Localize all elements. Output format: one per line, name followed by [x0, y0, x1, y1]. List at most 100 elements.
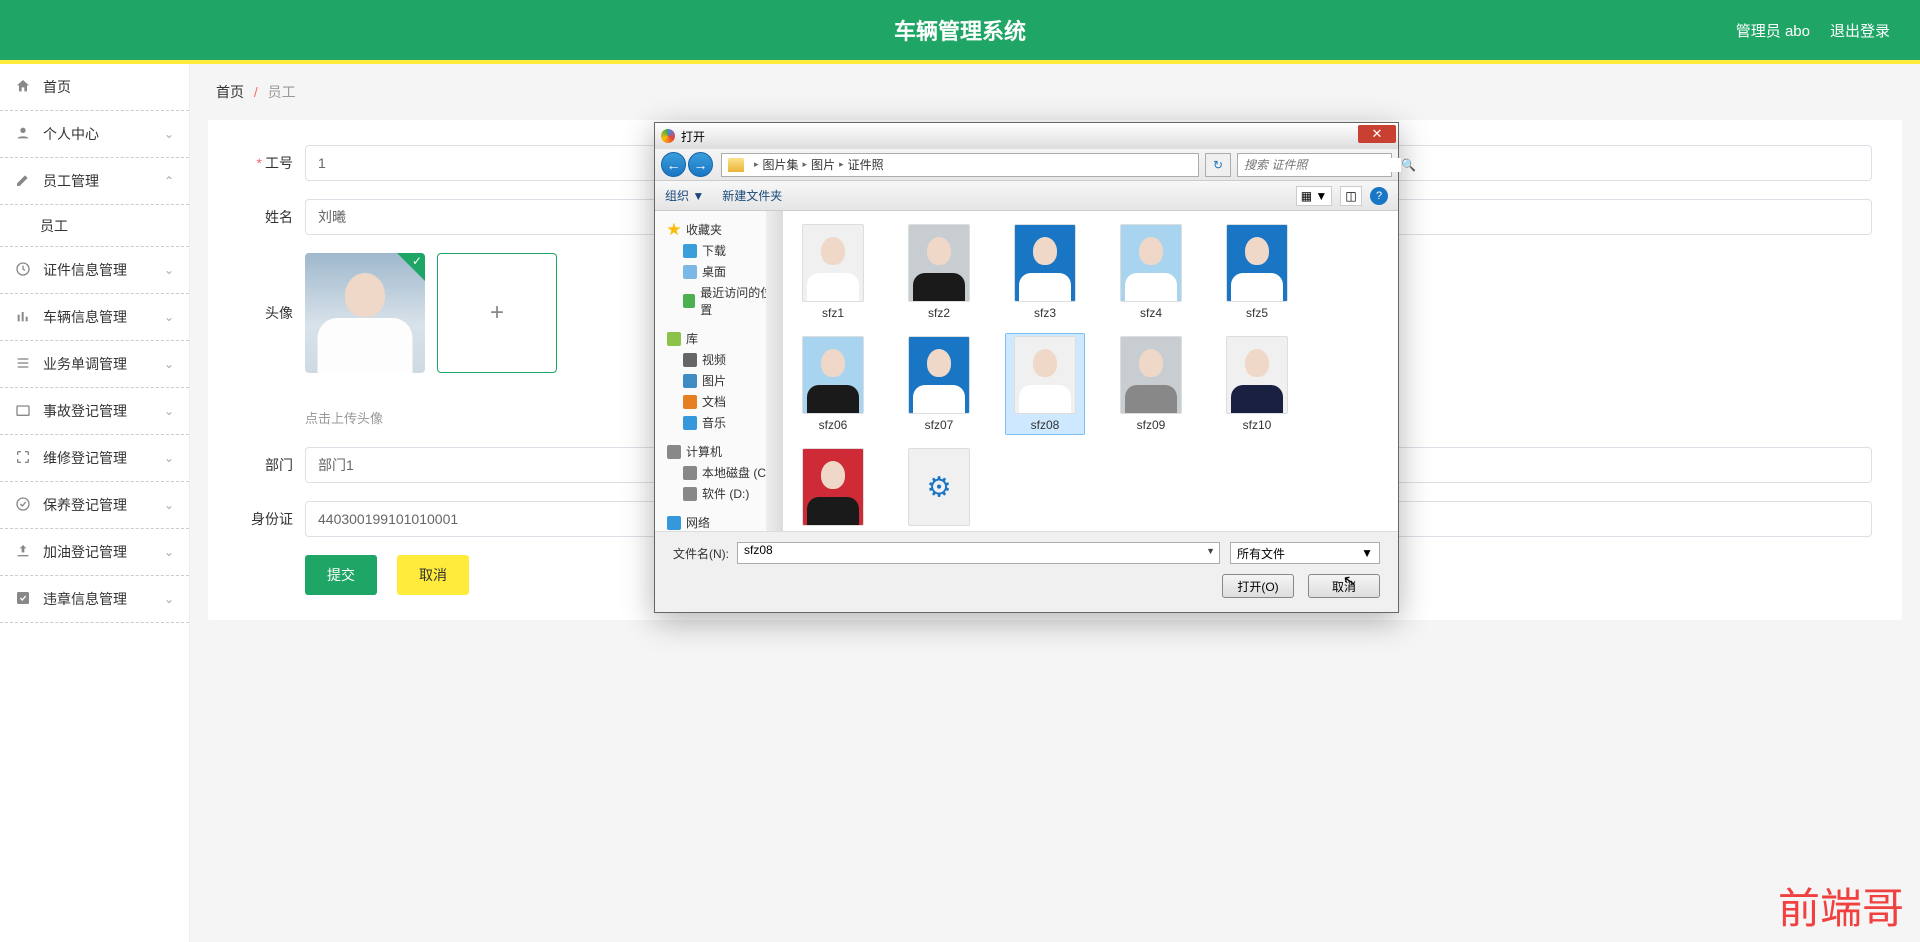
file-item-sfz5[interactable]: sfz5 — [1217, 221, 1297, 323]
sidebar-item-home[interactable]: 首页 — [0, 64, 189, 111]
search-input[interactable] — [1244, 158, 1401, 172]
tree-pictures[interactable]: 图片 — [663, 370, 774, 391]
sidebar-item-employee[interactable]: 员工管理 ⌃ — [0, 158, 189, 205]
tree-recent[interactable]: 最近访问的位置 — [663, 282, 774, 320]
file-thumbnail — [1014, 336, 1076, 414]
scrollbar[interactable] — [766, 211, 782, 531]
close-icon: ✕ — [1372, 126, 1383, 142]
sidebar-item-accident[interactable]: 事故登记管理 ⌄ — [0, 388, 189, 435]
recent-icon — [683, 294, 695, 308]
file-item-sfz06[interactable]: sfz06 — [793, 333, 873, 435]
network-icon — [667, 516, 681, 530]
file-item-sfz07[interactable]: sfz07 — [899, 333, 979, 435]
file-name: sfz2 — [928, 306, 950, 320]
avatar-upload-button[interactable]: + — [437, 253, 557, 373]
submit-button[interactable]: 提交 — [305, 555, 377, 595]
file-thumbnail — [1120, 336, 1182, 414]
sidebar-item-fuel[interactable]: 加油登记管理 ⌄ — [0, 529, 189, 576]
sidebar-item-repair[interactable]: 维修登记管理 ⌄ — [0, 435, 189, 482]
sidebar-sub-employee[interactable]: 员工 — [0, 205, 189, 247]
file-item-sfz11[interactable]: sfz11 — [793, 445, 873, 531]
dialog-cancel-button[interactable]: 取消 — [1308, 574, 1380, 598]
forward-button[interactable]: → — [688, 152, 713, 177]
breadcrumb-home[interactable]: 首页 — [216, 84, 244, 100]
watermark: 前端哥 — [1778, 875, 1904, 936]
help-icon: ? — [1376, 190, 1382, 202]
dropdown-icon: ▼ — [1361, 546, 1373, 560]
sidebar-item-personal[interactable]: 个人中心 ⌄ — [0, 111, 189, 158]
help-button[interactable]: ? — [1370, 187, 1388, 205]
file-item-sfz2[interactable]: sfz2 — [899, 221, 979, 323]
chevron-up-icon: ⌃ — [164, 174, 174, 188]
library-icon — [667, 332, 681, 346]
logout-link[interactable]: 退出登录 — [1830, 20, 1890, 41]
sidebar-label: 员工管理 — [43, 171, 99, 191]
view-mode-button[interactable]: ▦ ▼ — [1296, 186, 1332, 206]
back-button[interactable]: ← — [661, 152, 686, 177]
cancel-button[interactable]: 取消 — [397, 555, 469, 595]
dropdown-icon[interactable]: ▼ — [1206, 546, 1215, 556]
file-name: sfz3 — [1034, 306, 1056, 320]
document-icon — [683, 395, 697, 409]
tree-downloads[interactable]: 下载 — [663, 240, 774, 261]
file-item-sfz3[interactable]: sfz3 — [1005, 221, 1085, 323]
file-item-sfz08[interactable]: sfz08 — [1005, 333, 1085, 435]
sidebar-item-cert[interactable]: 证件信息管理 ⌄ — [0, 247, 189, 294]
user-icon — [15, 125, 33, 143]
breadcrumb-current: 员工 — [268, 84, 296, 100]
file-name: sfz1 — [822, 306, 844, 320]
file-thumbnail — [802, 336, 864, 414]
disk-icon — [683, 466, 697, 480]
tree-disk-d[interactable]: 软件 (D:) — [663, 483, 774, 504]
fullscreen-icon — [15, 449, 33, 467]
sidebar-item-maintenance[interactable]: 保养登记管理 ⌄ — [0, 482, 189, 529]
chevron-down-icon: ⌄ — [164, 592, 174, 606]
dialog-titlebar[interactable]: 打开 ✕ — [655, 123, 1398, 149]
refresh-button[interactable]: ↻ — [1205, 153, 1231, 177]
close-button[interactable]: ✕ — [1358, 125, 1396, 143]
file-item-sfz09[interactable]: sfz09 — [1111, 333, 1191, 435]
sidebar-label: 加油登记管理 — [43, 542, 127, 562]
chevron-down-icon: ⌄ — [164, 451, 174, 465]
sidebar: 首页 个人中心 ⌄ 员工管理 ⌃ 员工 证件信息管理 ⌄ — [0, 64, 190, 942]
file-item-sfz1[interactable]: sfz1 — [793, 221, 873, 323]
tree-disk-c[interactable]: 本地磁盘 (C:) — [663, 462, 774, 483]
chevron-down-icon: ⌄ — [164, 498, 174, 512]
new-folder-button[interactable]: 新建文件夹 — [722, 187, 782, 204]
file-name: sfz11 — [819, 530, 847, 531]
file-thumbnail — [1226, 336, 1288, 414]
tree-computer[interactable]: 计算机 — [663, 441, 774, 462]
tree-library[interactable]: 库 — [663, 328, 774, 349]
avatar-preview[interactable] — [305, 253, 425, 373]
organize-menu[interactable]: 组织 ▼ — [665, 187, 704, 204]
check-icon — [15, 496, 33, 514]
label-dept: 部门 — [238, 455, 293, 475]
label-id: *工号 — [238, 153, 293, 173]
app-title: 车辆管理系统 — [894, 14, 1026, 46]
tree-video[interactable]: 视频 — [663, 349, 774, 370]
tree-network[interactable]: 网络 — [663, 512, 774, 531]
tree-music[interactable]: 音乐 — [663, 412, 774, 433]
dialog-nav: ← → ▸ 图片集 ▸ 图片 ▸ 证件照 ↻ 🔍 — [655, 149, 1398, 181]
label-name: 姓名 — [238, 207, 293, 227]
disk-icon — [683, 487, 697, 501]
file-filter-select[interactable]: 所有文件 ▼ — [1230, 542, 1380, 564]
tree-documents[interactable]: 文档 — [663, 391, 774, 412]
sidebar-item-business[interactable]: 业务单调管理 ⌄ — [0, 341, 189, 388]
search-input-wrap[interactable]: 🔍 — [1237, 153, 1392, 177]
file-item-sfz4[interactable]: sfz4 — [1111, 221, 1191, 323]
file-item-Thumbs[interactable]: ⚙Thumbs — [899, 445, 979, 531]
chevron-down-icon: ⌄ — [164, 310, 174, 324]
sidebar-item-violation[interactable]: 违章信息管理 ⌄ — [0, 576, 189, 623]
preview-pane-button[interactable]: ◫ — [1340, 186, 1362, 206]
sidebar-item-vehicle[interactable]: 车辆信息管理 ⌄ — [0, 294, 189, 341]
picture-icon — [683, 374, 697, 388]
current-user[interactable]: 管理员 abo — [1736, 20, 1810, 41]
tree-desktop[interactable]: 桌面 — [663, 261, 774, 282]
open-button[interactable]: 打开(O) — [1222, 574, 1294, 598]
address-bar[interactable]: ▸ 图片集 ▸ 图片 ▸ 证件照 — [721, 153, 1199, 177]
tree-favorites[interactable]: 收藏夹 — [663, 219, 774, 240]
filename-input[interactable]: sfz08 ▼ — [737, 542, 1220, 564]
file-item-sfz10[interactable]: sfz10 — [1217, 333, 1297, 435]
computer-icon — [667, 445, 681, 459]
